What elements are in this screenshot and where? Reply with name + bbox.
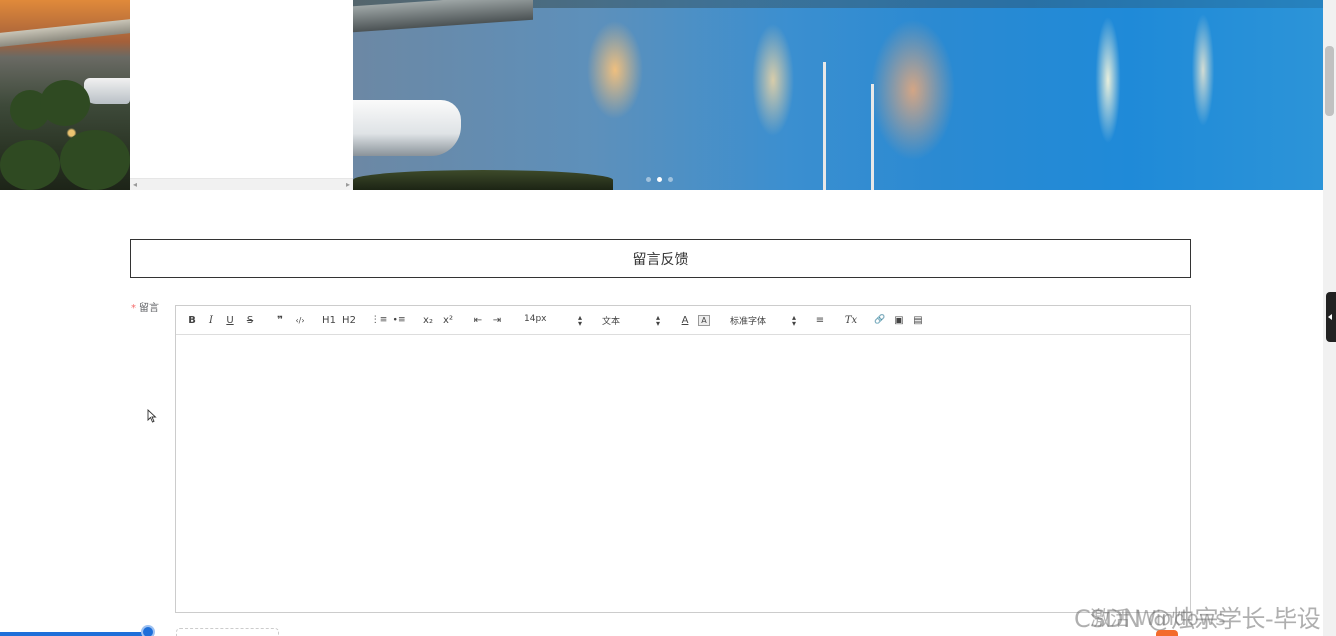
text-color-button[interactable]: A <box>679 313 691 327</box>
heading1-button[interactable]: H1 <box>322 313 336 327</box>
watermark: CSDN @烛宗学长-毕设 <box>1074 605 1321 633</box>
carousel-side-panel <box>130 0 353 190</box>
ordered-list-button[interactable]: ⋮≡ <box>371 313 388 327</box>
underline-button[interactable]: U <box>225 313 235 327</box>
italic-button[interactable]: I <box>206 313 216 327</box>
mouse-cursor-icon <box>147 409 157 423</box>
carousel-dot[interactable] <box>646 177 651 182</box>
hero-image-left <box>0 0 130 190</box>
progress-knob[interactable] <box>141 625 155 636</box>
taskbar-badge <box>1156 630 1178 636</box>
font-family-picker[interactable]: 标准字体 ▴ ▾ <box>730 314 796 328</box>
horizontal-scrollbar[interactable]: ◂ ▸ <box>130 178 353 190</box>
blockquote-button[interactable]: ❞ <box>274 313 286 327</box>
indent-decrease-button[interactable]: ⇤ <box>471 313 485 327</box>
font-size-value: 14px <box>524 314 547 324</box>
rich-text-editor[interactable]: B I U S ❞ ‹/› H1 H2 ⋮≡ ∙≡ x₂ x² ⇤ ⇥ 14px… <box>175 305 1191 613</box>
picker-caret-icon: ▴ ▾ <box>655 313 660 328</box>
picker-caret-icon: ▴ ▾ <box>577 313 582 328</box>
message-label-text: 留言 <box>139 303 159 314</box>
heading2-button[interactable]: H2 <box>342 313 356 327</box>
side-drawer-handle[interactable] <box>1326 292 1336 342</box>
carousel-dot[interactable] <box>668 177 673 182</box>
header-value: 文本 <box>602 317 621 327</box>
link-icon[interactable]: 🔗 <box>873 313 887 327</box>
font-family-value: 标准字体 <box>730 317 767 327</box>
chevron-left-icon <box>1328 314 1332 320</box>
scrollbar-thumb[interactable] <box>1325 46 1334 116</box>
picker-caret-icon: ▴ ▾ <box>791 313 796 328</box>
carousel-dot-active[interactable] <box>657 177 662 182</box>
editor-toolbar: B I U S ❞ ‹/› H1 H2 ⋮≡ ∙≡ x₂ x² ⇤ ⇥ 14px… <box>176 306 1190 335</box>
code-block-button[interactable]: ‹/› <box>293 313 307 327</box>
scroll-left-icon[interactable]: ◂ <box>133 179 137 191</box>
header-picker[interactable]: 文本 ▴ ▾ <box>602 314 660 328</box>
carousel-indicators <box>646 177 673 182</box>
image-icon[interactable]: ▣ <box>892 313 906 327</box>
message-label: * 留言 <box>131 299 159 314</box>
required-mark: * <box>131 303 136 314</box>
superscript-button[interactable]: x² <box>441 313 455 327</box>
background-color-button[interactable]: A <box>698 315 710 326</box>
progress-bar <box>0 632 150 636</box>
video-icon[interactable]: ▤ <box>911 313 925 327</box>
section-title-text: 留言反馈 <box>632 251 689 268</box>
editor-content-area[interactable] <box>176 335 1190 612</box>
subscript-button[interactable]: x₂ <box>421 313 435 327</box>
scroll-right-icon[interactable]: ▸ <box>346 179 350 191</box>
upload-box[interactable] <box>176 628 279 636</box>
bullet-list-button[interactable]: ∙≡ <box>392 313 406 327</box>
indent-increase-button[interactable]: ⇥ <box>490 313 504 327</box>
clean-format-button[interactable]: Tx <box>844 313 858 327</box>
align-button[interactable]: ≡ <box>814 313 826 327</box>
font-size-picker[interactable]: 14px ▴ ▾ <box>524 314 582 328</box>
hero-image-main[interactable] <box>353 0 1323 190</box>
strike-button[interactable]: S <box>245 313 255 327</box>
section-title: 留言反馈 <box>130 239 1191 278</box>
bold-button[interactable]: B <box>187 313 197 327</box>
